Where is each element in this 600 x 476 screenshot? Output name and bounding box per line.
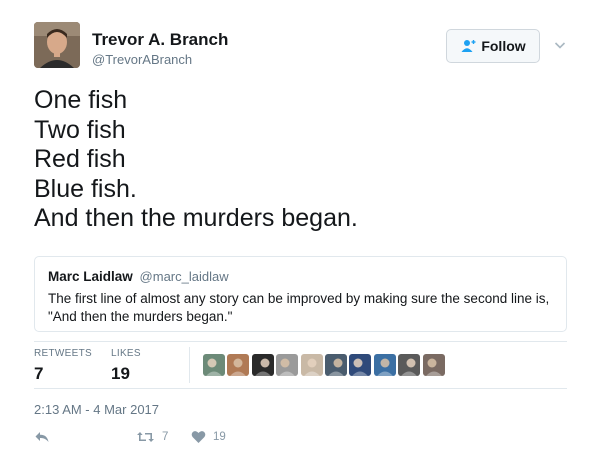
tweet-line: Two fish — [34, 115, 126, 144]
more-options-button[interactable] — [553, 38, 567, 52]
author-avatar[interactable] — [34, 22, 80, 68]
liker-avatar-6 — [324, 354, 347, 376]
heart-icon — [191, 431, 206, 443]
liker-avatar-4 — [276, 354, 299, 376]
follow-button-label: Follow — [481, 38, 526, 54]
liker-avatar[interactable] — [227, 354, 250, 376]
liker-avatar-9 — [398, 354, 421, 376]
follow-button[interactable]: Follow — [446, 29, 540, 63]
tweet-line: Red fish — [34, 145, 126, 173]
liker-avatar-2 — [227, 354, 250, 376]
likes-stat-label: LIKES — [111, 348, 141, 359]
liker-avatar-1 — [203, 354, 225, 376]
retweets-stat-count: 7 — [34, 364, 44, 383]
like-count: 19 — [213, 431, 226, 443]
author-handle[interactable]: @TrevorABranch — [92, 52, 192, 67]
reply-icon — [35, 432, 49, 442]
liker-avatar[interactable] — [422, 354, 445, 376]
liker-avatar[interactable] — [373, 354, 396, 376]
tweet-line: And then the murders began. — [34, 204, 358, 232]
liker-avatar[interactable] — [398, 354, 421, 376]
chevron-down-icon — [554, 42, 566, 49]
reply-button[interactable] — [34, 430, 50, 444]
quoted-tweet-author-handle: @marc_laidlaw — [139, 269, 229, 284]
liker-avatar[interactable] — [324, 354, 347, 376]
liker-avatar[interactable] — [349, 354, 372, 376]
quoted-tweet-text: The first line of almost any story can b… — [48, 291, 550, 324]
likes-stat[interactable]: LIKES 19 — [111, 348, 141, 384]
quoted-tweet[interactable]: Marc Laidlaw @marc_laidlaw The first lin… — [34, 256, 567, 332]
retweets-stat-label: RETWEETS — [34, 348, 92, 359]
liker-avatar[interactable] — [276, 354, 299, 376]
retweet-count: 7 — [162, 431, 169, 443]
divider — [34, 341, 567, 342]
liker-avatar-5 — [300, 354, 323, 376]
liker-avatar-3 — [251, 354, 274, 376]
tweet-text: One fish Two fish Red fish Blue fish. An… — [34, 86, 358, 234]
quoted-tweet-header: Marc Laidlaw @marc_laidlaw — [48, 269, 229, 284]
tweet-line: Blue fish. — [34, 174, 137, 203]
divider — [34, 388, 567, 389]
likes-stat-count: 19 — [111, 364, 130, 383]
retweets-stat[interactable]: RETWEETS 7 — [34, 348, 92, 384]
like-button[interactable]: 19 — [191, 430, 226, 444]
author-avatar-icon — [34, 22, 80, 68]
liker-avatar[interactable] — [300, 354, 323, 376]
tweet-line: One fish — [34, 86, 128, 114]
liker-avatar[interactable] — [203, 354, 225, 376]
retweet-icon — [137, 432, 154, 442]
add-user-icon — [461, 40, 476, 52]
likers-avatars — [203, 354, 445, 376]
retweet-button[interactable]: 7 — [136, 430, 168, 444]
quoted-tweet-author-name: Marc Laidlaw — [48, 269, 133, 284]
author-name[interactable]: Trevor A. Branch — [92, 30, 228, 50]
tweet-timestamp[interactable]: 2:13 AM - 4 Mar 2017 — [34, 402, 159, 417]
liker-avatar-7 — [349, 354, 372, 376]
liker-avatar-10 — [422, 354, 445, 376]
stats-separator — [189, 347, 190, 383]
liker-avatar-8 — [373, 354, 396, 376]
liker-avatar[interactable] — [251, 354, 274, 376]
